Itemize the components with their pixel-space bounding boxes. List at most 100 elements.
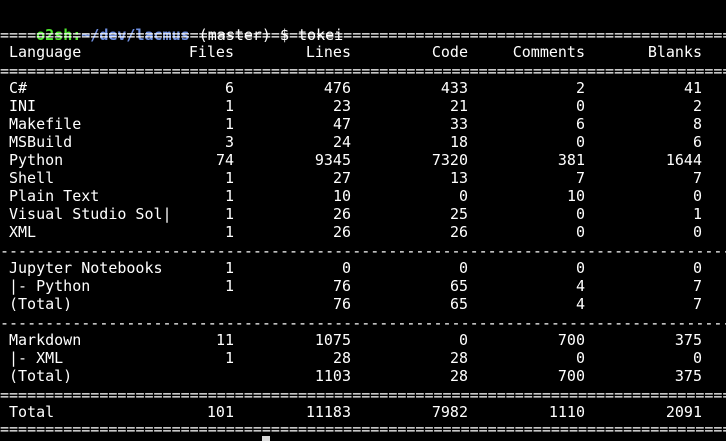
cell-code: 28	[449, 349, 468, 367]
table-row: Shell 1 27 13 7 7	[0, 169, 726, 187]
cell-language: (Total)	[9, 367, 73, 385]
table-row: Plain Text 1 10 0 10 0	[0, 187, 726, 205]
header-files: Files	[188, 43, 234, 61]
cell-blanks: 8	[692, 115, 702, 133]
cell-language: INI	[9, 97, 37, 115]
cell-comments: 0	[575, 97, 585, 115]
separator-major: ========================================…	[0, 420, 726, 438]
cell-comments: 0	[575, 223, 585, 241]
table-row: Visual Studio Sol| 1 26 25 0 1	[0, 205, 726, 223]
cell-lines: 76	[332, 295, 351, 313]
cell-comments: 0	[575, 349, 585, 367]
cell-language: C#	[9, 79, 28, 97]
cell-language: Python	[9, 151, 64, 169]
cell-lines: 26	[332, 223, 351, 241]
header-blanks: Blanks	[647, 43, 702, 61]
cell-comments: 700	[557, 331, 585, 349]
cell-lines: 0	[341, 259, 351, 277]
cell-code: 13	[449, 169, 468, 187]
cell-blanks: 1	[692, 205, 702, 223]
cell-lines: 28	[332, 349, 351, 367]
cell-lines: 10	[332, 187, 351, 205]
cell-comments: 7	[575, 169, 585, 187]
cell-blanks: 6	[692, 133, 702, 151]
table-row: (Total) 1103 28 700 375	[0, 367, 726, 385]
cell-code: 0	[458, 259, 468, 277]
cell-blanks: 7	[692, 277, 702, 295]
cell-blanks: 0	[692, 349, 702, 367]
cell-files: 1	[224, 223, 234, 241]
header-language: Language	[9, 43, 82, 61]
cell-blanks: 7	[692, 169, 702, 187]
cell-comments: 0	[575, 133, 585, 151]
cell-comments: 4	[575, 277, 585, 295]
cell-language: |- XML	[9, 349, 64, 367]
cell-lines: 26	[332, 205, 351, 223]
cell-language: (Total)	[9, 295, 73, 313]
cell-lines: 1103	[314, 367, 351, 385]
cell-language: Shell	[9, 169, 55, 187]
separator-minor: ----------------------------------------…	[0, 242, 726, 260]
table-header: Language Files Lines Code Comments Blank…	[0, 43, 726, 61]
cell-code: 25	[449, 205, 468, 223]
cell-comments: 6	[575, 115, 585, 133]
cell-files: 1	[224, 97, 234, 115]
total-language: Total	[9, 403, 55, 421]
cell-language: |- Python	[9, 277, 91, 295]
cell-code: 26	[449, 223, 468, 241]
header-lines: Lines	[305, 43, 351, 61]
cell-blanks: 375	[674, 367, 702, 385]
separator-minor: ----------------------------------------…	[0, 314, 726, 332]
cell-files: 1	[224, 187, 234, 205]
cell-files: 74	[215, 151, 234, 169]
total-files: 101	[206, 403, 234, 421]
total-row: Total 101 11183 7982 1110 2091	[0, 403, 726, 421]
table-row: C# 6 476 433 2 41	[0, 79, 726, 97]
cell-code: 18	[449, 133, 468, 151]
cell-comments: 0	[575, 205, 585, 223]
cell-blanks: 0	[692, 259, 702, 277]
cell-files: 11	[215, 331, 234, 349]
cell-lines: 76	[332, 277, 351, 295]
cell-lines: 47	[332, 115, 351, 133]
cell-language: Makefile	[9, 115, 82, 133]
terminal-cursor	[262, 436, 270, 441]
cell-blanks: 1644	[665, 151, 702, 169]
cell-files: 1	[224, 205, 234, 223]
cell-code: 21	[449, 97, 468, 115]
cell-language: Plain Text	[9, 187, 100, 205]
table-row: Jupyter Notebooks 1 0 0 0 0	[0, 259, 726, 277]
cell-files: 6	[224, 79, 234, 97]
header-code: Code	[431, 43, 468, 61]
cell-lines: 9345	[314, 151, 351, 169]
cell-code: 28	[449, 367, 468, 385]
cell-lines: 27	[332, 169, 351, 187]
table-row: (Total) 76 65 4 7	[0, 295, 726, 313]
cell-language: XML	[9, 223, 37, 241]
cell-language: Markdown	[9, 331, 82, 349]
cell-files: 1	[224, 115, 234, 133]
cell-comments: 2	[575, 79, 585, 97]
cell-language: Jupyter Notebooks	[9, 259, 163, 277]
cell-files: 1	[224, 349, 234, 367]
cell-lines: 23	[332, 97, 351, 115]
cell-files: 3	[224, 133, 234, 151]
total-lines: 11183	[305, 403, 351, 421]
cell-blanks: 0	[692, 223, 702, 241]
total-comments: 1110	[548, 403, 585, 421]
table-row: |- Python 1 76 65 4 7	[0, 277, 726, 295]
header-comments: Comments	[512, 43, 585, 61]
cell-comments: 10	[566, 187, 585, 205]
cell-comments: 381	[557, 151, 585, 169]
cell-blanks: 375	[674, 331, 702, 349]
total-code: 7982	[431, 403, 468, 421]
terminal-window[interactable]: o2sh:~/dev/lacmus (master) $ tokei =====…	[0, 0, 726, 441]
cell-blanks: 0	[692, 187, 702, 205]
cell-lines: 476	[323, 79, 351, 97]
cell-blanks: 41	[683, 79, 702, 97]
total-blanks: 2091	[665, 403, 702, 421]
cell-code: 65	[449, 295, 468, 313]
table-row: Makefile 1 47 33 6 8	[0, 115, 726, 133]
cell-language: Visual Studio Sol|	[9, 205, 172, 223]
cell-blanks: 2	[692, 97, 702, 115]
